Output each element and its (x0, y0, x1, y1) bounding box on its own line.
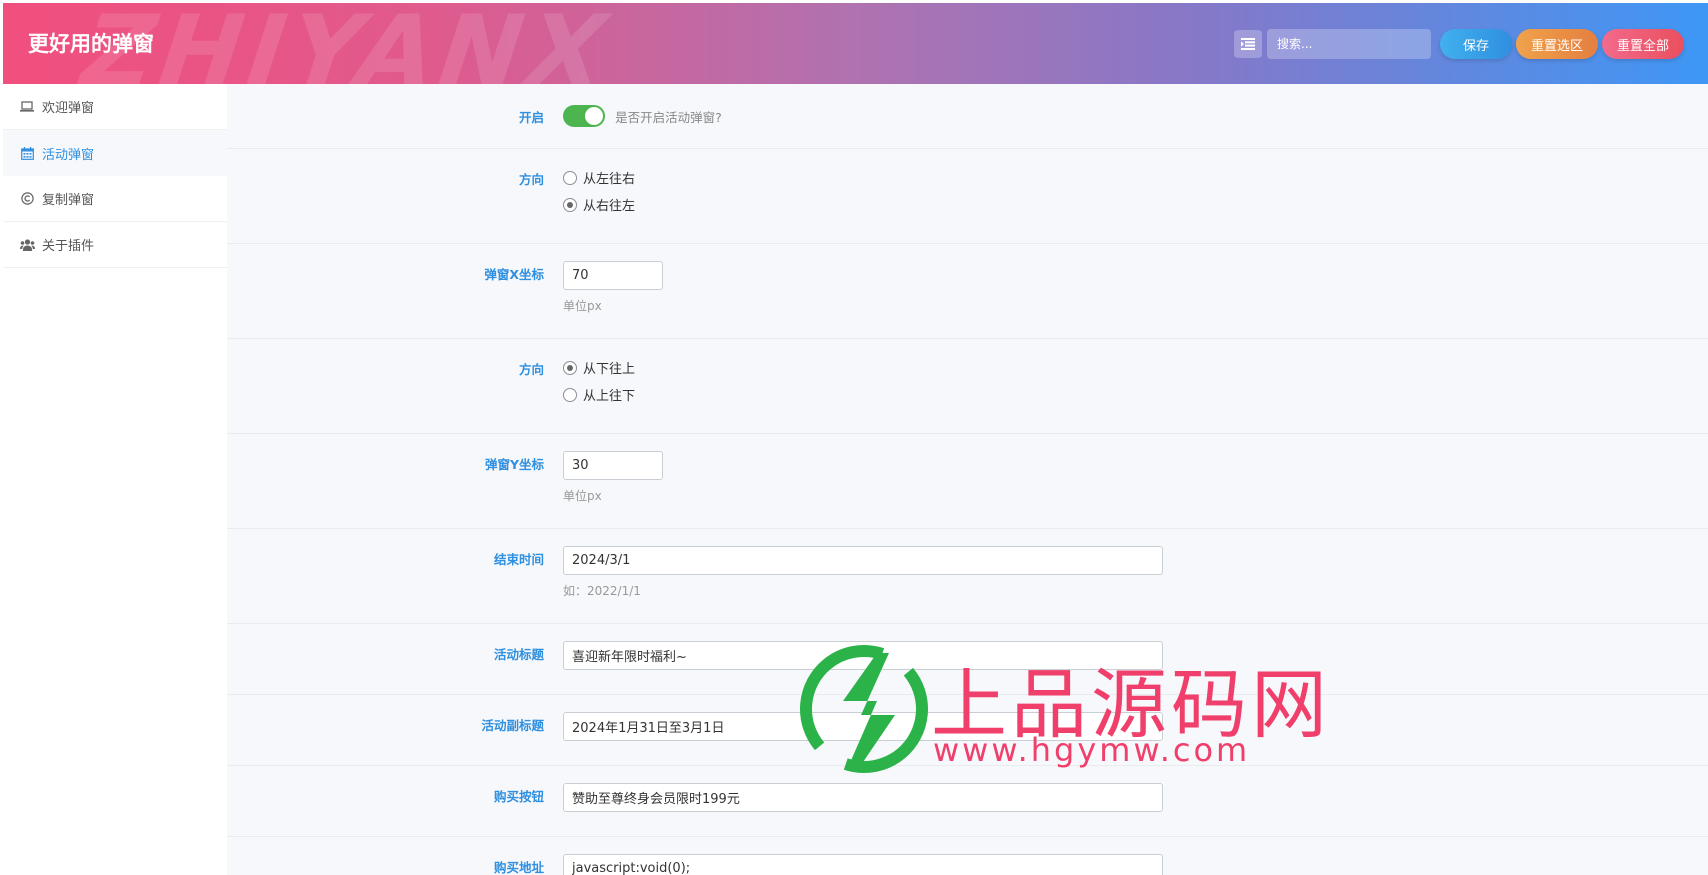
sidebar: 欢迎弹窗 活动弹窗 复制弹窗 关于插件 (3, 84, 227, 875)
reset-section-button[interactable]: 重置选区 (1516, 29, 1598, 59)
x-coord-row: 弹窗X坐标 单位px (227, 244, 1708, 339)
toolbar: 保存 重置选区 重置全部 (1234, 29, 1684, 59)
direction-x-options: 从左往右 从右往左 (563, 164, 635, 218)
enable-field: 是否开启活动弹窗? (563, 105, 722, 127)
end-time-help: 如：2022/1/1 (563, 584, 641, 598)
buy-button-field (563, 783, 1163, 812)
list-icon (1241, 38, 1255, 50)
radio-option-top-to-bottom[interactable]: 从上往下 (563, 381, 635, 408)
enable-hint: 是否开启活动弹窗? (615, 109, 722, 125)
toggle-knob (585, 107, 603, 125)
activity-title-field (563, 641, 1163, 670)
x-coord-input[interactable] (563, 261, 663, 290)
radio-label: 从下往上 (583, 362, 636, 377)
sidebar-item-label: 关于插件 (42, 239, 95, 254)
reset-all-button[interactable]: 重置全部 (1602, 29, 1684, 59)
y-coord-input[interactable] (563, 451, 663, 480)
activity-title-label: 活动标题 (493, 647, 544, 662)
enable-label: 开启 (518, 110, 544, 125)
radio-option-left-to-right[interactable]: 从左往右 (563, 164, 635, 191)
radio-button[interactable] (563, 360, 577, 375)
direction-x-label: 方向 (518, 172, 544, 187)
header-bar: ZHIYANX 更好用的弹窗 保存 重置选区 重置全部 (3, 3, 1708, 84)
direction-y-row: 方向 从下往上 从上往下 (227, 339, 1708, 434)
radio-option-bottom-to-top[interactable]: 从下往上 (563, 354, 635, 381)
activity-title-row: 活动标题 (227, 624, 1708, 695)
radio-label: 从上往下 (583, 389, 636, 404)
calendar-icon (18, 146, 36, 160)
buy-url-input[interactable] (563, 854, 1163, 875)
settings-form: 开启 是否开启活动弹窗? 方向 从左往右 从右往左 弹窗X坐标 70 单位px … (227, 84, 1708, 875)
radio-button[interactable] (563, 197, 577, 212)
sidebar-item-label: 欢迎弹窗 (42, 101, 95, 116)
radio-button[interactable] (563, 387, 577, 402)
sidebar-item-activity-popup[interactable]: 活动弹窗 (3, 130, 227, 176)
x-coord-label: 弹窗X坐标 (484, 267, 544, 282)
direction-y-options: 从下往上 从上往下 (563, 354, 635, 408)
x-coord-field: 单位px (563, 261, 663, 314)
y-coord-label: 弹窗Y坐标 (484, 457, 544, 472)
activity-subtitle-row: 活动副标题 (227, 695, 1708, 766)
end-time-input[interactable] (563, 546, 1163, 575)
app-frame: ZHIYANX 更好用的弹窗 保存 重置选区 重置全部 欢迎弹窗 (3, 3, 1708, 875)
buy-button-row: 购买按钮 (227, 766, 1708, 837)
radio-label: 从右往左 (583, 199, 636, 214)
end-time-field: 如：2022/1/1 (563, 546, 1163, 599)
enable-row: 开启 是否开启活动弹窗? (227, 84, 1708, 149)
enable-toggle[interactable] (563, 105, 605, 127)
activity-subtitle-input[interactable] (563, 712, 1163, 741)
sidebar-item-about-plugin[interactable]: 关于插件 (3, 222, 227, 268)
buy-url-field (563, 854, 1163, 875)
laptop-icon (18, 101, 36, 112)
copyright-icon (18, 192, 36, 205)
activity-subtitle-label: 活动副标题 (481, 718, 544, 733)
buy-url-label: 购买地址 (493, 860, 544, 875)
buy-button-input[interactable] (563, 783, 1163, 812)
app-title: 更好用的弹窗 (28, 32, 154, 56)
sidebar-item-label: 活动弹窗 (42, 147, 95, 163)
buy-button-label: 购买按钮 (493, 789, 544, 804)
end-time-label: 结束时间 (493, 552, 544, 567)
x-coord-help: 单位px (563, 299, 602, 313)
radio-label: 从左往右 (583, 172, 636, 187)
direction-y-label: 方向 (518, 362, 544, 377)
sidebar-item-copy-popup[interactable]: 复制弹窗 (3, 176, 227, 222)
radio-button[interactable] (563, 170, 577, 185)
save-button[interactable]: 保存 (1440, 29, 1512, 59)
menu-toggle-button[interactable] (1234, 30, 1262, 58)
radio-option-right-to-left[interactable]: 从右往左 (563, 191, 635, 218)
search-input[interactable] (1267, 29, 1431, 59)
y-coord-field: 单位px (563, 451, 663, 504)
direction-x-row: 方向 从左往右 从右往左 (227, 149, 1708, 244)
y-coord-row: 弹窗Y坐标 单位px (227, 434, 1708, 529)
users-icon (18, 238, 36, 251)
sidebar-item-welcome-popup[interactable]: 欢迎弹窗 (3, 84, 227, 130)
end-time-row: 结束时间 如：2022/1/1 (227, 529, 1708, 624)
y-coord-help: 单位px (563, 489, 602, 503)
activity-title-input[interactable] (563, 641, 1163, 670)
sidebar-item-label: 复制弹窗 (42, 193, 95, 208)
activity-subtitle-field (563, 712, 1163, 741)
buy-url-row: 购买地址 (227, 837, 1708, 875)
